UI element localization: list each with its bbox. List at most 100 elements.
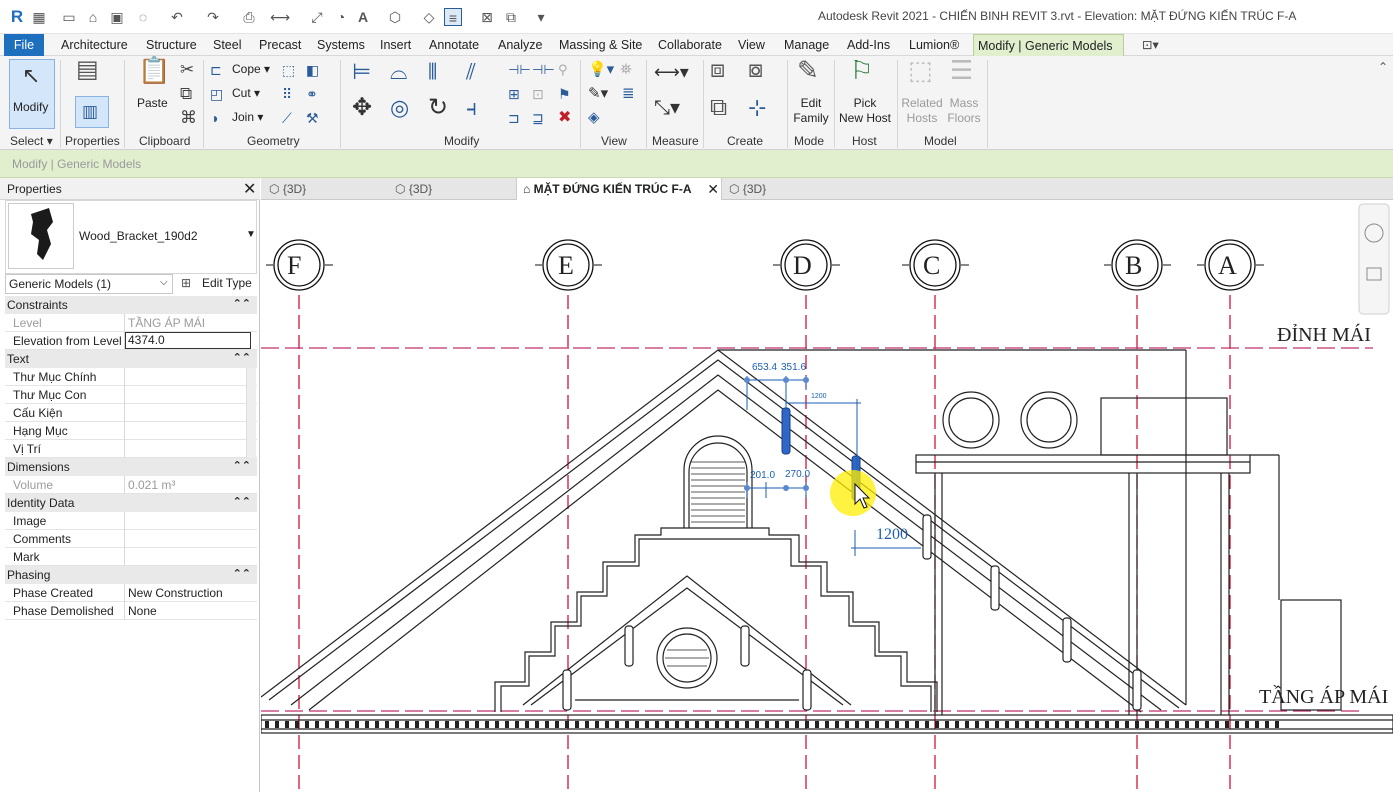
copy-icon[interactable]: ⧉ bbox=[180, 84, 192, 104]
match-properties-icon[interactable]: ⌘ bbox=[180, 108, 197, 128]
move-icon[interactable]: ✥ bbox=[352, 96, 372, 120]
tab-collaborate[interactable]: Collaborate bbox=[654, 34, 726, 56]
split-icon[interactable]: ⊣⊢ bbox=[508, 60, 531, 80]
undo-icon[interactable]: ↶ bbox=[168, 8, 186, 26]
demolish-icon[interactable]: ⚭ bbox=[306, 84, 318, 104]
modify-button[interactable]: ↖ Modify bbox=[9, 59, 55, 129]
tab-analyze[interactable]: Analyze bbox=[494, 34, 546, 56]
aligned-dimension-icon[interactable]: ⤡▾ bbox=[654, 98, 680, 118]
mirror-axis-icon[interactable]: ⫴ bbox=[428, 61, 437, 83]
selection-box-icon[interactable]: ◈ bbox=[588, 108, 600, 128]
tab-modify-generic-models[interactable]: Modify | Generic Models bbox=[973, 34, 1124, 56]
cut-scissors-icon[interactable]: ✂ bbox=[180, 60, 194, 80]
open-file-icon[interactable]: ⌂ bbox=[84, 8, 102, 26]
tab-systems[interactable]: Systems bbox=[313, 34, 369, 56]
dim-201-0[interactable]: 201.0 bbox=[750, 470, 775, 481]
drawing-canvas[interactable]: F E D C B A ĐỈNH MÁI TẦNG ÁP MÁI 653.4 3… bbox=[261, 200, 1393, 792]
prop-row-volume[interactable]: Volume 0.021 m³ bbox=[5, 476, 257, 494]
group-text[interactable]: Text ⌃⌃ bbox=[5, 350, 257, 368]
mass-floors-button[interactable]: Mass Floors bbox=[946, 96, 982, 126]
grid-label-b[interactable]: B bbox=[1125, 251, 1142, 281]
prop-row-level[interactable]: Level TẦNG ÁP MÁI bbox=[5, 314, 257, 332]
tab-manage[interactable]: Manage bbox=[780, 34, 833, 56]
create-similar-icon[interactable]: ⊹ bbox=[748, 97, 766, 119]
tab-view-3d-2[interactable]: ⬡ {3D} bbox=[395, 178, 432, 200]
dim-1200[interactable]: 1200 bbox=[876, 526, 908, 544]
pin-icon[interactable]: ⚑ bbox=[558, 84, 571, 104]
elevation-input[interactable]: 4374.0 bbox=[125, 332, 251, 349]
grid-label-d[interactable]: D bbox=[793, 251, 812, 281]
linework-icon[interactable]: ≣ bbox=[622, 84, 635, 104]
dim-653-4[interactable]: 653.4 bbox=[752, 362, 777, 373]
beam-join-icon[interactable]: ⟋ bbox=[282, 108, 292, 128]
create-group-icon[interactable]: ⧉ bbox=[710, 96, 727, 120]
tab-view-3d-3[interactable]: ⬡ {3D} bbox=[729, 178, 766, 200]
tab-add-ins[interactable]: Add-Ins bbox=[843, 34, 894, 56]
level-label-tang-ap-mai[interactable]: TẦNG ÁP MÁI bbox=[1259, 686, 1388, 709]
text-group-scrollbar[interactable] bbox=[246, 368, 256, 458]
split-face-icon[interactable]: ⬚ bbox=[282, 60, 295, 80]
trim-multiple-icon[interactable]: ⊒ bbox=[532, 108, 544, 128]
group-identity-data[interactable]: Identity Data ⌃⌃ bbox=[5, 494, 257, 512]
revit-logo-icon[interactable]: R bbox=[8, 8, 26, 26]
ribbon-display-icon[interactable]: ⊡▾ bbox=[1138, 34, 1163, 56]
tab-architecture[interactable]: Architecture bbox=[57, 34, 132, 56]
scale-icon[interactable]: ⊡ bbox=[532, 84, 544, 104]
prop-row-comments[interactable]: Comments bbox=[5, 530, 257, 548]
pick-new-host-button[interactable]: Pick New Host bbox=[838, 96, 892, 126]
grid-label-a[interactable]: A bbox=[1218, 251, 1237, 281]
tab-annotate[interactable]: Annotate bbox=[425, 34, 483, 56]
tab-view-elevation[interactable]: ⌂ MẶT ĐỨNG KIẾN TRÚC F-A ✕ bbox=[516, 178, 722, 200]
prop-row-phase-demolished[interactable]: Phase Demolished None bbox=[5, 602, 257, 620]
create-assembly-icon[interactable]: ⧈ bbox=[710, 58, 725, 82]
copy-element-icon[interactable]: ◎ bbox=[390, 97, 409, 119]
mirror-draw-icon[interactable]: ⫽ bbox=[466, 61, 476, 83]
array-icon[interactable]: ⊞ bbox=[508, 84, 520, 104]
tab-lumion[interactable]: Lumion® bbox=[905, 34, 963, 56]
related-hosts-button[interactable]: Related Hosts bbox=[900, 96, 944, 126]
thin-lines-icon[interactable]: ≡ bbox=[444, 8, 462, 26]
measure-icon[interactable]: ⟷ bbox=[270, 8, 290, 26]
tab-view-3d-1[interactable]: ⬡ {3D} bbox=[269, 178, 306, 200]
3d-view-icon[interactable]: ⬡ bbox=[386, 8, 404, 26]
prop-row-image[interactable]: Image bbox=[5, 512, 257, 530]
ribbon-collapse-icon[interactable]: ⌃ bbox=[1378, 60, 1388, 74]
hammer-icon[interactable]: ⚒ bbox=[306, 108, 319, 128]
print-icon[interactable]: ⎙ bbox=[240, 8, 258, 26]
type-selector[interactable]: Wood_Bracket_190d2 ▼ bbox=[5, 200, 257, 274]
tab-insert[interactable]: Insert bbox=[376, 34, 415, 56]
paint-icon[interactable]: ◧ bbox=[306, 60, 319, 80]
app-menu-icon[interactable]: ▦ bbox=[30, 8, 48, 26]
tab-view[interactable]: View bbox=[734, 34, 769, 56]
edit-type-button[interactable]: ⊞ Edit Type bbox=[178, 273, 256, 295]
create-parts-icon[interactable]: ⧇ bbox=[748, 58, 763, 82]
trim-extend-icon[interactable]: ⊐ bbox=[508, 108, 520, 128]
override-icon[interactable]: ⛯ bbox=[620, 60, 632, 80]
instance-filter-dropdown[interactable]: Generic Models (1) ⌵ bbox=[5, 274, 173, 294]
split-gap-icon[interactable]: ⊣⊢ bbox=[532, 60, 555, 80]
cut-button[interactable]: Cut ▾ bbox=[232, 86, 260, 101]
panel-select[interactable]: Select ▾ bbox=[10, 134, 53, 148]
prop-row-vi-tri[interactable]: Vị Trí bbox=[5, 440, 257, 458]
tag-icon[interactable]: ◔ bbox=[332, 8, 350, 26]
level-label-dinh-mai[interactable]: ĐỈNH MÁI bbox=[1277, 324, 1371, 347]
tab-precast[interactable]: Precast bbox=[255, 34, 305, 56]
offset-icon[interactable]: ⌓ bbox=[390, 61, 407, 83]
edit-family-button[interactable]: Edit Family bbox=[793, 96, 829, 126]
dimension-icon[interactable]: ⤢ bbox=[308, 8, 326, 26]
close-hidden-icon[interactable]: ⊠ bbox=[478, 8, 496, 26]
section-icon[interactable]: ◇ bbox=[420, 8, 438, 26]
prop-row-elevation[interactable]: Elevation from Level 4374.0 bbox=[5, 332, 257, 350]
dim-351-6[interactable]: 351.6 bbox=[781, 362, 806, 373]
chevron-down-icon[interactable]: ▼ bbox=[246, 229, 256, 240]
prop-row-thu-muc-con[interactable]: Thư Mục Con bbox=[5, 386, 257, 404]
type-properties-icon[interactable]: ▤ bbox=[76, 58, 99, 82]
tab-steel[interactable]: Steel bbox=[209, 34, 246, 56]
close-icon[interactable]: ✕ bbox=[243, 179, 256, 199]
measure-between-icon[interactable]: ⟷▾ bbox=[654, 62, 689, 82]
align-icon[interactable]: ⊨ bbox=[352, 61, 371, 83]
group-dimensions[interactable]: Dimensions ⌃⌃ bbox=[5, 458, 257, 476]
unpin-icon[interactable]: ⚲ bbox=[558, 60, 568, 80]
delete-icon[interactable]: ✖ bbox=[558, 108, 571, 128]
prop-row-hang-muc[interactable]: Hạng Mục bbox=[5, 422, 257, 440]
